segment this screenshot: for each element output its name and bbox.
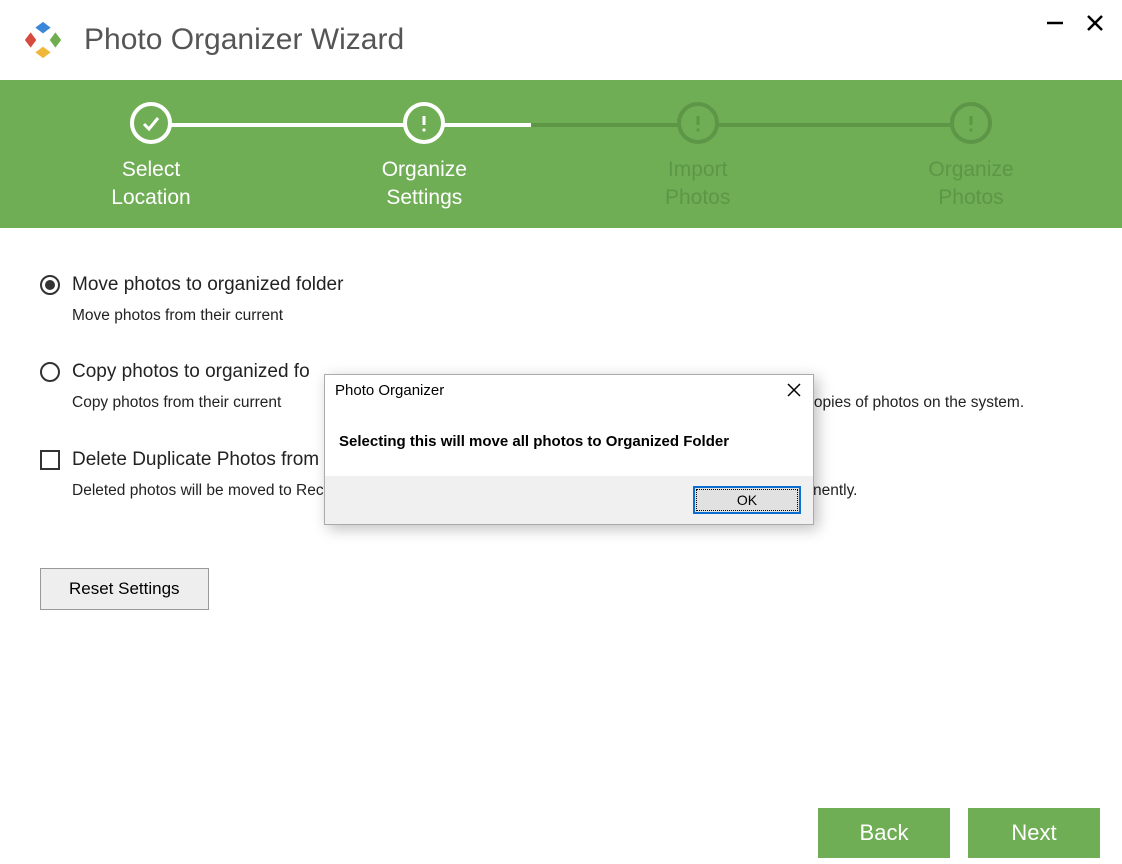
minimize-icon — [1045, 13, 1065, 33]
option-description: Move photos from their current — [72, 304, 1082, 327]
dialog-close-button[interactable] — [785, 381, 803, 399]
step-organize-photos: Organize Photos — [911, 102, 1031, 213]
wizard-stepper: Select Location Organize Settings Import… — [0, 80, 1122, 228]
exclaim-icon — [960, 112, 982, 134]
dialog-ok-button[interactable]: OK — [693, 486, 801, 514]
radio-move-photos[interactable] — [40, 275, 60, 295]
exclaim-icon — [687, 112, 709, 134]
step-icon-exclaim — [950, 102, 992, 144]
minimize-button[interactable] — [1042, 10, 1068, 36]
app-logo-icon — [22, 19, 64, 61]
step-label: Import Photos — [665, 156, 730, 213]
next-button[interactable]: Next — [968, 808, 1100, 858]
option-move-photos: Move photos to organized folder Move pho… — [40, 274, 1082, 327]
exclaim-icon — [413, 112, 435, 134]
option-title: Move photos to organized folder — [72, 274, 343, 296]
close-icon — [1085, 13, 1105, 33]
checkbox-delete-duplicates[interactable] — [40, 450, 60, 470]
radio-copy-photos[interactable] — [40, 362, 60, 382]
dialog-title: Photo Organizer — [335, 382, 444, 399]
dialog-message: Selecting this will move all photos to O… — [325, 403, 813, 476]
step-label: Select Location — [111, 156, 190, 213]
step-label: Organize Photos — [928, 156, 1013, 213]
app-title: Photo Organizer Wizard — [84, 23, 1104, 57]
check-icon — [140, 112, 162, 134]
title-bar: Photo Organizer Wizard — [0, 0, 1122, 80]
option-desc-left: Copy photos from their current — [72, 394, 286, 411]
wizard-footer: Back Next — [818, 808, 1122, 864]
step-organize-settings: Organize Settings — [364, 102, 484, 213]
close-button[interactable] — [1082, 10, 1108, 36]
step-icon-check — [130, 102, 172, 144]
confirm-dialog: Photo Organizer Selecting this will move… — [324, 374, 814, 525]
reset-settings-button[interactable]: Reset Settings — [40, 568, 209, 610]
step-icon-exclaim — [677, 102, 719, 144]
window-controls — [1042, 10, 1108, 36]
step-label: Organize Settings — [382, 156, 467, 213]
back-button[interactable]: Back — [818, 808, 950, 858]
step-select-location: Select Location — [91, 102, 211, 213]
step-import-photos: Import Photos — [638, 102, 758, 213]
step-icon-exclaim — [403, 102, 445, 144]
option-title: Copy photos to organized fo — [72, 361, 310, 383]
